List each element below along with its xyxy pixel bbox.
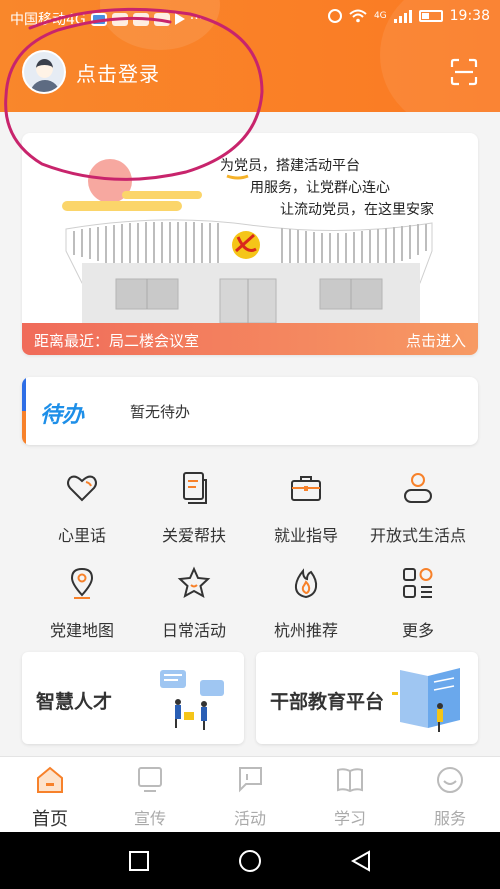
user-avatar-icon[interactable]: [22, 50, 66, 94]
chat-flag-icon: [239, 767, 262, 793]
tab-label: 宣传: [133, 809, 166, 828]
login-area[interactable]: 点击登录: [22, 50, 160, 94]
briefcase-icon: [291, 476, 321, 501]
feature-label: 心里话: [57, 526, 106, 545]
heart-icon: [67, 475, 97, 502]
battery-icon: [418, 10, 443, 22]
todo-status-text: 暂无待办: [130, 403, 191, 421]
card-title: 智慧人才: [36, 691, 113, 713]
map-pin-icon: [70, 567, 94, 599]
bottom-tab-bar: 首页 宣传 活动 学习 服务: [0, 756, 500, 832]
feature-item-more[interactable]: 更多: [358, 565, 478, 641]
message-notification-icon: [153, 12, 170, 26]
status-bar: 中国移动4G ··· 4G 19:38: [0, 0, 500, 34]
feature-item-daily-activities[interactable]: 日常活动: [134, 565, 254, 641]
feature-label: 杭州推荐: [273, 621, 338, 640]
tab-activity[interactable]: 活动: [200, 765, 300, 829]
tab-publicity[interactable]: 宣传: [100, 765, 200, 829]
news-notification-icon: [132, 12, 149, 26]
education-illustration: [392, 668, 460, 732]
carrier-label: 中国移动4G: [10, 12, 86, 28]
feature-item-hangzhou-recommend[interactable]: 杭州推荐: [246, 565, 366, 641]
card-title: 干部教育平台: [270, 691, 385, 713]
book-icon: [337, 768, 363, 793]
network-type-label: 4G: [373, 11, 387, 21]
todo-logo: 待办: [40, 403, 85, 428]
system-navigation-bar: [0, 832, 500, 889]
clock-time: 19:38: [449, 8, 490, 24]
feature-item-open-life-point[interactable]: 开放式生活点: [358, 470, 478, 546]
feature-item-care-support[interactable]: 关爱帮扶: [134, 470, 254, 546]
todo-card[interactable]: 待办 暂无待办: [22, 377, 478, 445]
recent-apps-icon[interactable]: [127, 849, 151, 873]
nearest-location-text: 距离最近：局二楼会议室: [34, 332, 200, 350]
tab-label: 学习: [333, 809, 366, 828]
wifi-icon: [349, 9, 367, 23]
feature-item-party-map[interactable]: 党建地图: [22, 565, 142, 641]
tab-home[interactable]: 首页: [0, 765, 100, 831]
alarm-icon: [327, 9, 342, 23]
enter-button[interactable]: 点击进入: [406, 330, 466, 351]
tab-service[interactable]: 服务: [400, 765, 500, 829]
grid-more-icon: [403, 568, 433, 598]
party-activity-banner[interactable]: 为党员，搭建活动平台 用服务，让党群心连心 让流动党员，在这里安家 距离最近：局…: [22, 133, 478, 355]
star-icon: [177, 566, 211, 598]
home-icon: [37, 766, 63, 793]
feature-label: 更多: [401, 621, 434, 640]
tab-label: 服务: [433, 809, 466, 828]
tab-study[interactable]: 学习: [300, 765, 400, 829]
qq-notification-icon: [111, 12, 128, 26]
back-icon[interactable]: [349, 849, 373, 873]
scan-icon[interactable]: [450, 58, 478, 86]
todo-accent-top: [22, 377, 26, 411]
flame-icon: [294, 568, 318, 599]
feature-label: 就业指导: [273, 526, 338, 545]
monitor-icon: [138, 767, 162, 792]
status-bar-left: 中国移动4G ···: [10, 9, 203, 29]
feature-label: 党建地图: [49, 621, 114, 640]
cadre-education-card[interactable]: 干部教育平台: [256, 652, 478, 744]
feature-label: 关爱帮扶: [161, 526, 226, 545]
play-notification-icon: [174, 13, 185, 25]
banner-slogan-line-1: 为党员，搭建活动平台: [220, 158, 360, 174]
banner-slogan-line-2: 用服务，让党群心连心: [250, 180, 390, 196]
document-icon: [183, 472, 207, 504]
smart-talent-card[interactable]: 智慧人才: [22, 652, 244, 744]
tab-label: 活动: [233, 809, 266, 828]
signal-icon: [393, 9, 412, 23]
more-notifications-icon: ···: [189, 11, 204, 27]
app-notification-icon: [90, 12, 107, 26]
feature-label: 日常活动: [161, 621, 226, 640]
banner-slogan-line-3: 让流动党员，在这里安家: [280, 202, 434, 218]
feature-item-job-guidance[interactable]: 就业指导: [246, 470, 366, 546]
feature-item-heart-talk[interactable]: 心里话: [22, 470, 142, 546]
feature-label: 开放式生活点: [369, 526, 466, 545]
status-bar-right: 4G 19:38: [327, 8, 490, 24]
todo-accent-bottom: [22, 411, 26, 445]
home-button-icon[interactable]: [238, 849, 262, 873]
header: 中国移动4G ··· 4G 19:38 点击登录: [0, 0, 500, 112]
tab-label: 首页: [32, 809, 68, 830]
login-link[interactable]: 点击登录: [76, 58, 160, 87]
talent-illustration: [160, 670, 224, 730]
smile-icon: [437, 767, 463, 793]
banner-location-bar[interactable]: 距离最近：局二楼会议室 点击进入: [22, 323, 478, 355]
person-icon: [404, 473, 432, 503]
